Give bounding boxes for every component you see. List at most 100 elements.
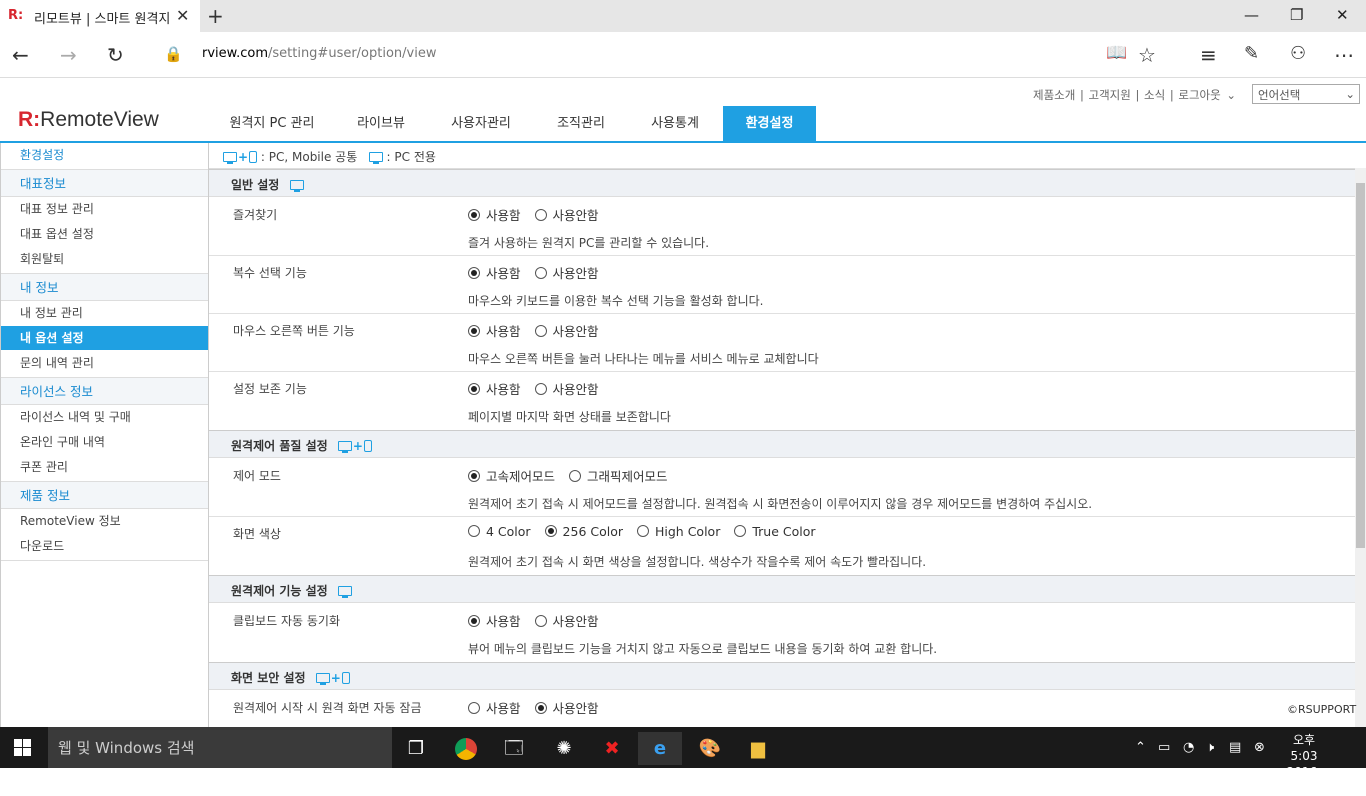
sidebar-item-download[interactable]: 다운로드 [1,534,208,558]
brand-logo[interactable]: R:RemoteView [18,108,159,132]
radio-option[interactable]: 사용안함 [534,701,599,716]
radio-option[interactable]: 사용함 [468,701,521,716]
forward-icon[interactable]: → [60,43,77,67]
windows-start-icon[interactable] [14,739,31,756]
tray-chevron-up-icon[interactable]: ⌃ [1135,740,1146,755]
radio-option[interactable]: 사용함 [468,324,521,339]
radio-option[interactable]: 사용안함 [534,324,599,339]
radio-label: 사용함 [486,701,521,716]
radio-option[interactable]: High Color [637,524,720,539]
nav-liveview[interactable]: 라이브뷰 [336,106,426,142]
tab-title: 리모트뷰 | 스마트 원격지 [34,12,171,27]
url-host: rview.com [202,46,268,61]
row-divider [209,516,1355,517]
radio-unchecked [534,267,547,279]
radio-option[interactable]: 그래픽제어모드 [569,469,668,484]
nav-settings[interactable]: 환경설정 [723,106,816,142]
new-tab-icon[interactable]: + [207,4,224,28]
nav-organization[interactable]: 조직관리 [536,106,626,142]
radio-label: 사용함 [486,208,521,223]
hub-icon[interactable]: ≡ [1200,43,1217,67]
language-select[interactable]: 언어선택 ⌄ [1252,84,1360,104]
mobile-icon [249,151,258,163]
web-note-icon[interactable]: ✎ [1244,43,1259,64]
nav-users[interactable]: 사용자관리 [436,106,526,142]
sidebar-group-my-info[interactable]: 내 정보 [1,273,208,301]
window-close-icon[interactable]: ✕ [1336,6,1349,24]
sidebar-item-license-purchase[interactable]: 라이선스 내역 및 구매 [1,405,208,429]
url-path: /setting#user/option/view [267,46,437,61]
sidebar-group-product[interactable]: 제품 정보 [1,481,208,509]
link-logout[interactable]: 로그아웃 [1178,88,1220,102]
radio-unchecked [468,525,480,537]
radio-label: 4 Color [486,524,531,539]
radio-unchecked [534,325,547,337]
wifi-icon[interactable]: ◔ [1183,740,1194,755]
remoteview-app-icon[interactable]: ✖ [590,732,634,765]
radio-option[interactable]: 4 Color [468,524,531,539]
minimize-icon[interactable]: — [1244,6,1259,24]
paint-icon[interactable]: 🎨 [688,732,732,765]
taskbar-clock[interactable]: 오후 5:03 2016-01-27 [1282,732,1326,796]
nav-remote-pc[interactable]: 원격지 PC 관리 [220,106,324,142]
sidebar-item-online-purchase[interactable]: 온라인 구매 내역 [1,430,208,454]
radio-option[interactable]: 사용함 [468,266,521,281]
radio-option[interactable]: 고속제어모드 [468,469,555,484]
address-bar[interactable]: rview.com/setting#user/option/view [202,46,436,61]
sidebar-item-product-info[interactable]: RemoteView 정보 [1,509,208,533]
link-support[interactable]: 고객지원 [1089,88,1131,102]
nav-statistics[interactable]: 사용통계 [630,106,720,142]
sidebar-item-coupons[interactable]: 쿠폰 관리 [1,455,208,479]
sidebar-item-my-info[interactable]: 내 정보 관리 [1,301,208,325]
taskbar-search[interactable]: 웹 및 Windows 검색 [48,727,392,768]
sidebar-item-inquiries[interactable]: 문의 내역 관리 [1,351,208,375]
share-icon[interactable]: ⚇ [1290,43,1306,64]
chrome-icon[interactable] [444,732,488,765]
radio-option[interactable]: 256 Color [544,524,623,539]
radio-option[interactable]: 사용안함 [534,208,599,223]
maximize-icon[interactable]: ❐ [1290,6,1303,24]
radio-group-color-depth: 4 Color 256 Color High Color True Color [468,524,826,539]
file-explorer-icon[interactable]: ▆ [736,732,780,765]
link-products[interactable]: 제품소개 [1033,88,1075,102]
favorite-star-icon[interactable]: ☆ [1138,43,1156,67]
app-icon[interactable]: ✺ [542,732,586,765]
sidebar-divider [1,560,208,561]
close-circle-icon[interactable]: ⊗ [1254,740,1265,755]
task-view-icon[interactable]: ❐ [394,732,438,765]
sidebar-item-rep-options[interactable]: 대표 옵션 설정 [1,222,208,246]
radio-option[interactable]: True Color [734,524,816,539]
browser-tab[interactable]: R: 리모트뷰 | 스마트 원격지 ✕ [0,0,200,32]
lock-icon: 🔒 [164,45,183,63]
back-icon[interactable]: ← [12,43,29,67]
notification-icon[interactable]: ▤ [1229,740,1241,755]
sidebar-group-representative[interactable]: 대표정보 [1,169,208,197]
radio-option[interactable]: 사용함 [468,208,521,223]
chevron-down-icon[interactable]: ⌄ [1226,88,1236,102]
browser-tab-bar: R: 리모트뷰 | 스마트 원격지 ✕ + — ❐ ✕ [0,0,1366,32]
radio-option[interactable]: 사용안함 [534,382,599,397]
sidebar-item-withdraw[interactable]: 회원탈퇴 [1,247,208,271]
sidebar-group-license[interactable]: 라이선스 정보 [1,377,208,405]
sidebar-item-rep-info[interactable]: 대표 정보 관리 [1,197,208,221]
tab-close-icon[interactable]: ✕ [176,6,189,25]
edge-icon[interactable]: e [638,732,682,765]
reading-view-icon[interactable]: 📖 [1106,43,1127,63]
link-news[interactable]: 소식 [1144,88,1165,102]
top-links: 제품소개 | 고객지원 | 소식 | 로그아웃 ⌄ [1033,88,1237,102]
volume-mute-icon[interactable]: 🕨 [1206,740,1214,755]
battery-icon[interactable]: ▭ [1158,740,1170,755]
more-icon[interactable]: ⋯ [1334,43,1354,67]
refresh-icon[interactable]: ↻ [107,43,124,67]
sidebar-item-my-options[interactable]: 내 옵션 설정 [1,326,208,350]
mobile-icon [363,440,372,452]
radio-option[interactable]: 사용안함 [534,266,599,281]
monitor-icon [289,180,304,192]
scope-legend: + : PC, Mobile 공통 : PC 전용 [209,143,1355,169]
radio-option[interactable]: 사용안함 [534,614,599,629]
radio-option[interactable]: 사용함 [468,382,521,397]
scrollbar-thumb[interactable] [1356,183,1365,548]
setting-label: 화면 색상 [233,527,281,541]
radio-option[interactable]: 사용함 [468,614,521,629]
file-manager-icon[interactable]: 🗔 [492,732,536,765]
